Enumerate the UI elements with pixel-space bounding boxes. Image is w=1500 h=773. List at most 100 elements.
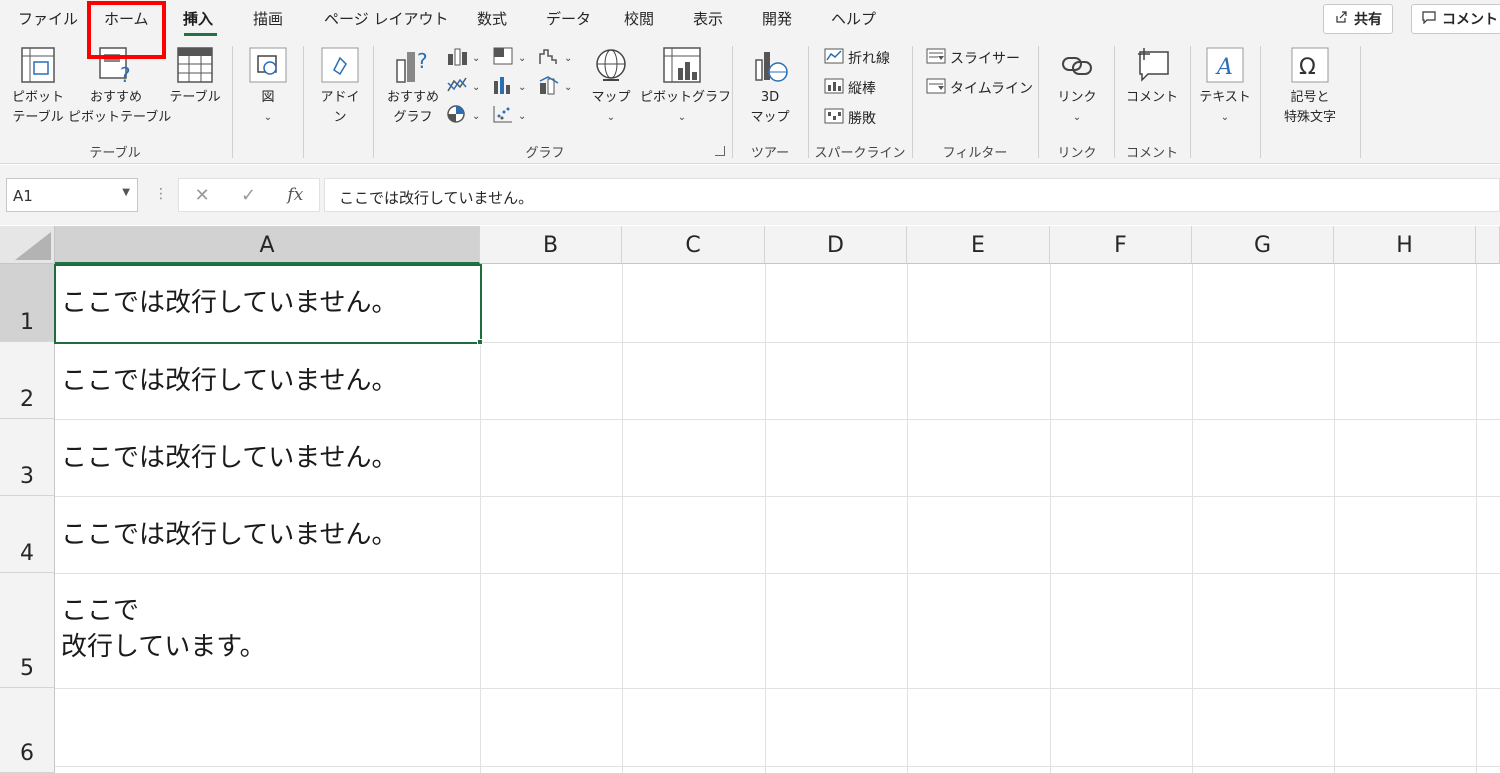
cell-a4[interactable]: ここでは改行していません。: [56, 516, 480, 554]
line-chart-icon: [446, 75, 468, 99]
pie-chart-button[interactable]: ⌄: [446, 104, 480, 128]
row-header-1[interactable]: 1: [0, 264, 55, 342]
new-comment-icon: [1122, 46, 1182, 84]
pivot-table-label-1: ピボット: [11, 90, 64, 105]
row-header-3[interactable]: 3: [0, 419, 55, 496]
3d-map-button[interactable]: 3D マップ: [742, 46, 798, 128]
hierarchy-chart-button[interactable]: ⌄: [492, 46, 526, 70]
column-header-f[interactable]: F: [1050, 226, 1192, 264]
table-button[interactable]: テーブル: [166, 46, 224, 108]
pivot-table-button[interactable]: ピボット テーブル: [10, 46, 66, 128]
insert-function-icon[interactable]: fx: [287, 185, 303, 205]
illustrations-button[interactable]: 図 ⌄: [246, 46, 290, 128]
symbols-label-1: 記号と: [1290, 90, 1330, 105]
tab-draw[interactable]: 描画: [253, 8, 283, 29]
column-header-a[interactable]: A: [55, 226, 480, 264]
column-header-d[interactable]: D: [765, 226, 907, 264]
link-icon: [1052, 46, 1102, 84]
text-label: テキスト: [1199, 90, 1251, 105]
tab-insert[interactable]: 挿入: [183, 8, 213, 29]
tab-developer[interactable]: 開発: [762, 8, 792, 29]
sparkline-line-button[interactable]: 折れ線: [824, 48, 890, 68]
gridline: [1192, 264, 1193, 773]
timeline-icon: [926, 78, 946, 98]
waterfall-chart-button[interactable]: ⌄: [538, 46, 572, 70]
select-all-button[interactable]: [0, 226, 55, 264]
ribbon-separator: [732, 46, 733, 158]
table-label: テーブル: [169, 90, 221, 105]
pivot-chart-icon: [640, 46, 724, 84]
pivot-chart-button[interactable]: ピボットグラフ ⌄: [640, 46, 731, 128]
ribbon-separator: [373, 46, 374, 158]
name-box[interactable]: A1 ▼: [6, 178, 138, 212]
maps-button[interactable]: マップ ⌄: [588, 46, 634, 128]
tab-view[interactable]: 表示: [693, 8, 723, 29]
sparkline-column-button[interactable]: 縦棒: [824, 78, 876, 98]
new-comment-button[interactable]: コメント: [1122, 46, 1182, 108]
combo-chart-button[interactable]: ⌄: [538, 75, 572, 99]
formula-input[interactable]: ここでは改行していません。: [324, 178, 1500, 212]
tab-review[interactable]: 校閲: [624, 8, 654, 29]
link-button[interactable]: リンク ⌄: [1052, 46, 1102, 128]
gridline: [55, 573, 1500, 574]
chevron-down-icon: ⌄: [472, 81, 481, 93]
column-header-g[interactable]: G: [1192, 226, 1334, 264]
chevron-down-icon[interactable]: ▼: [122, 187, 130, 198]
timeline-button[interactable]: タイムライン: [926, 78, 1033, 98]
gridline: [55, 688, 1500, 689]
statistic-chart-button[interactable]: ⌄: [492, 75, 526, 99]
3d-map-label-1: 3D: [760, 90, 780, 105]
symbols-button[interactable]: Ω 記号と 特殊文字: [1270, 46, 1350, 128]
ribbon: ピボット テーブル ? おすすめ ピボットテーブル テーブル テーブル 図 ⌄ …: [0, 38, 1500, 164]
tab-help[interactable]: ヘルプ: [831, 8, 876, 29]
waterfall-chart-icon: [538, 46, 560, 70]
sparkline-winloss-button[interactable]: 勝敗: [824, 108, 876, 128]
addins-button[interactable]: アドイ ン: [316, 46, 364, 128]
comments-label: コメント: [1442, 12, 1498, 28]
row-header-5[interactable]: 5: [0, 573, 55, 688]
comments-button[interactable]: コメント: [1411, 4, 1500, 34]
ribbon-separator: [1114, 46, 1115, 158]
cell-a2[interactable]: ここでは改行していません。: [56, 362, 480, 400]
hierarchy-chart-icon: [492, 46, 514, 70]
column-header-c[interactable]: C: [622, 226, 765, 264]
addins-label-2: ン: [333, 110, 347, 125]
row-header-6[interactable]: 6: [0, 688, 55, 773]
cell-a5-line-1: ここで: [61, 596, 140, 626]
tab-formulas[interactable]: 数式: [477, 8, 507, 29]
line-chart-button[interactable]: ⌄: [446, 75, 480, 99]
column-header-e[interactable]: E: [907, 226, 1050, 264]
dialog-launcher-icon[interactable]: [715, 146, 725, 156]
text-button[interactable]: A テキスト ⌄: [1196, 46, 1254, 128]
pivot-table-icon: [10, 46, 66, 84]
slicer-button[interactable]: スライサー: [926, 48, 1020, 68]
comment-icon: [1422, 10, 1436, 28]
column-header-h[interactable]: H: [1334, 226, 1476, 264]
column-header-b[interactable]: B: [480, 226, 622, 264]
text-icon: A: [1196, 46, 1254, 84]
column-header-i[interactable]: [1476, 226, 1500, 264]
chevron-down-icon: ⌄: [564, 52, 573, 64]
scatter-chart-icon: [492, 104, 514, 128]
fill-handle[interactable]: [477, 339, 483, 345]
enter-icon[interactable]: ✓: [241, 185, 256, 206]
new-comment-label: コメント: [1125, 90, 1178, 105]
scatter-chart-button[interactable]: ⌄: [492, 104, 526, 128]
gridline: [907, 264, 908, 773]
ribbon-separator: [303, 46, 304, 158]
cell-a3[interactable]: ここでは改行していません。: [56, 439, 480, 477]
recommended-charts-button[interactable]: ? おすすめ グラフ: [384, 46, 442, 128]
row-header-2[interactable]: 2: [0, 342, 55, 419]
tab-data[interactable]: データ: [546, 8, 591, 29]
home-tab-highlight: [87, 1, 166, 59]
cell-a5[interactable]: ここで 改行しています。: [56, 593, 480, 665]
tab-file[interactable]: ファイル: [18, 8, 78, 29]
tab-page-layout[interactable]: ページ レイアウト: [324, 8, 448, 29]
ribbon-separator: [808, 46, 809, 158]
cancel-icon[interactable]: ✕: [195, 185, 210, 206]
sparkline-line-icon: [824, 48, 844, 68]
more-options-icon[interactable]: ⋮: [154, 186, 168, 202]
column-chart-button[interactable]: ⌄: [446, 46, 480, 70]
share-button[interactable]: 共有: [1323, 4, 1393, 34]
row-header-4[interactable]: 4: [0, 496, 55, 573]
